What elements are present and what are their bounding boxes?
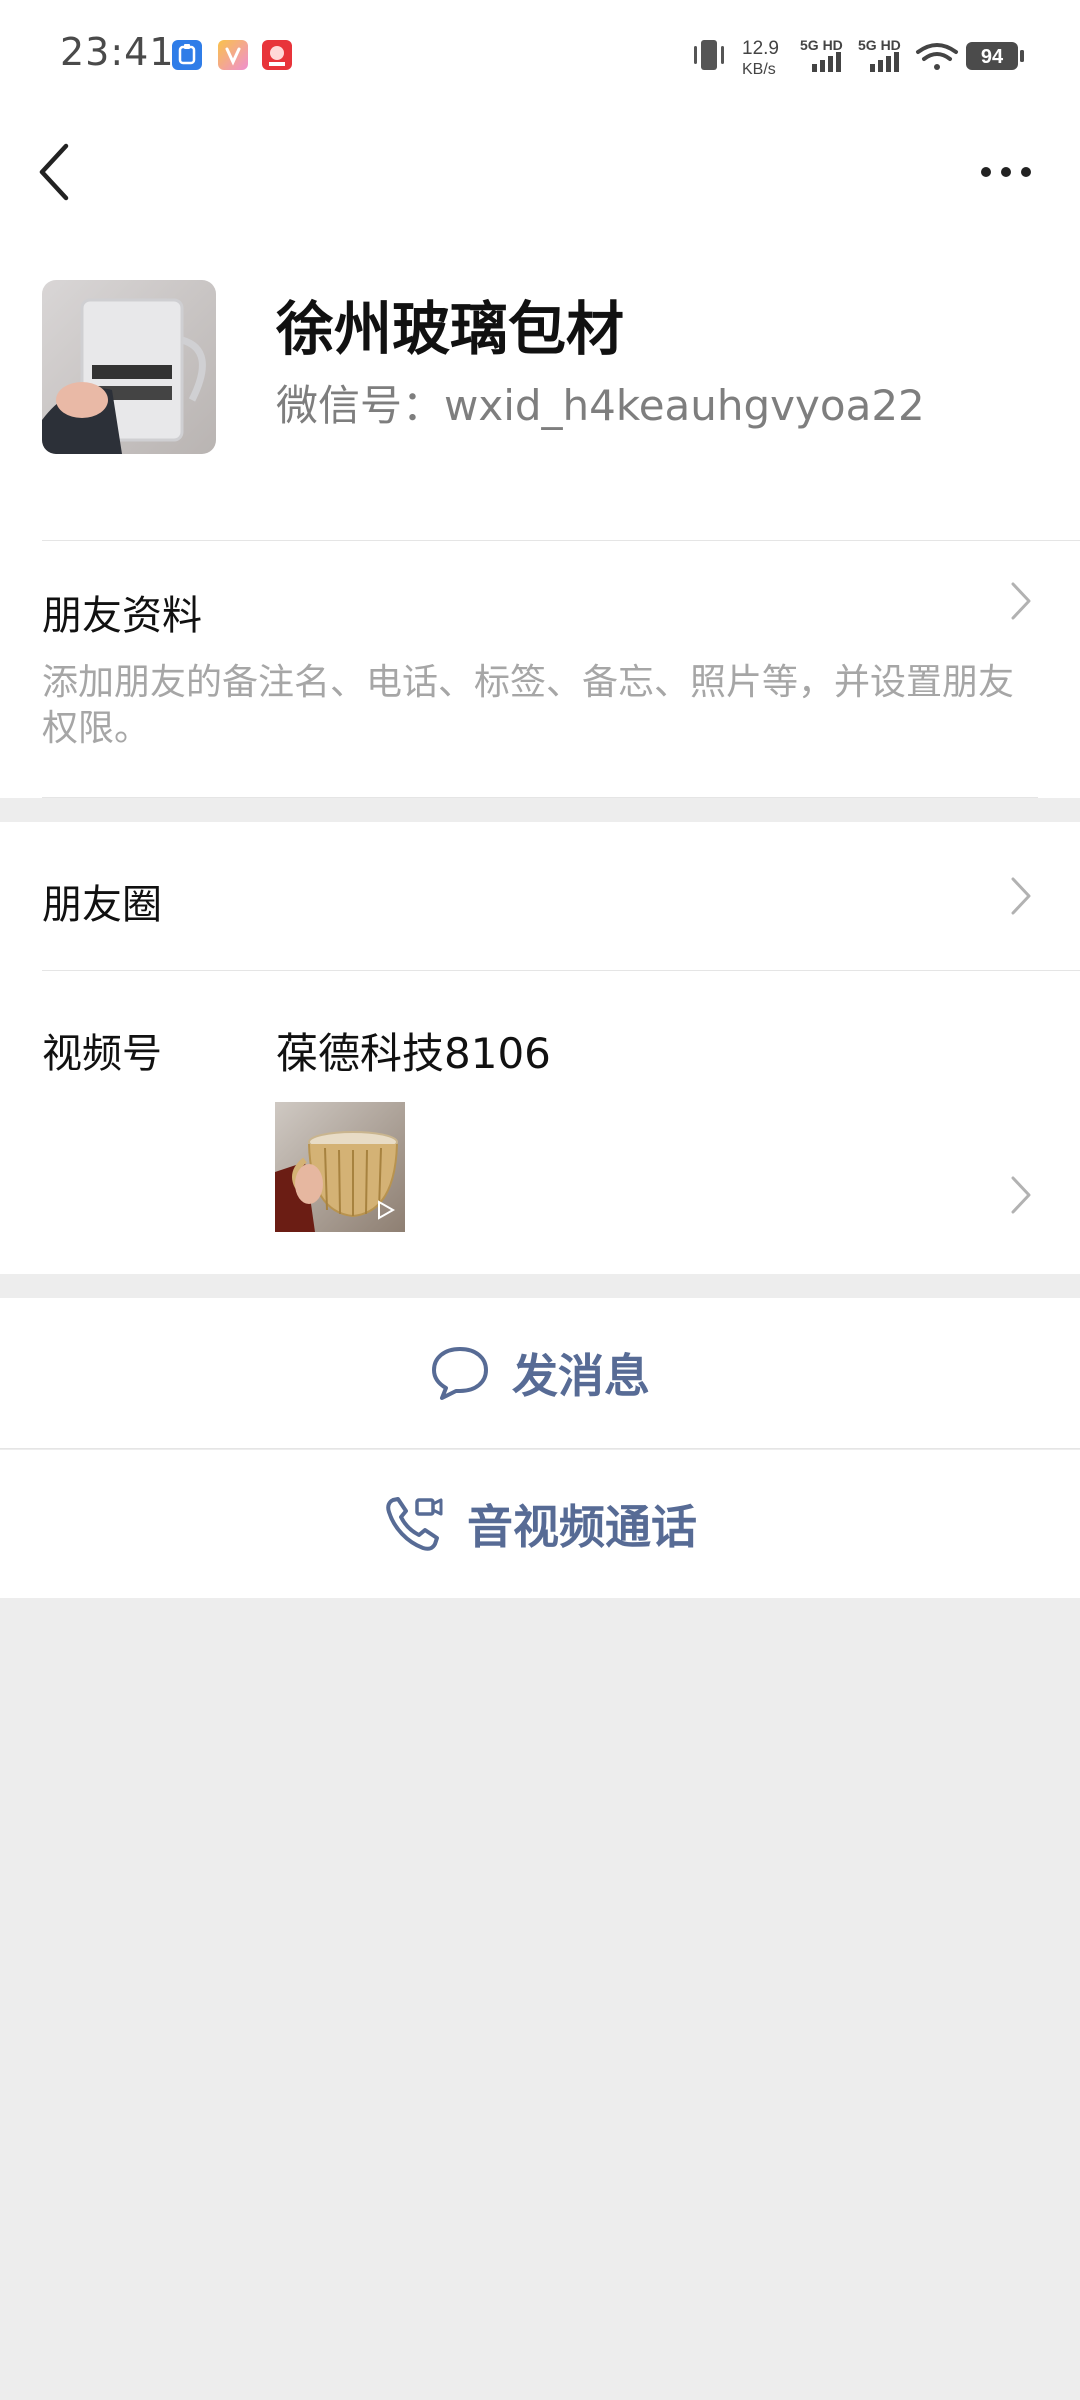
net-speed-value: 12.9 xyxy=(742,38,779,59)
channels-title: 视频号 xyxy=(42,1031,162,1077)
glass-cup-video-icon xyxy=(275,1102,405,1232)
send-message-label: 发消息 xyxy=(512,1349,650,1403)
more-options-icon[interactable] xyxy=(978,160,1034,184)
chevron-right-icon xyxy=(1011,582,1031,620)
av-call-button[interactable]: 音视频通话 xyxy=(0,1450,1080,1598)
chat-bubble-icon xyxy=(432,1347,488,1400)
vibrate-icon xyxy=(694,40,724,70)
profile-name: 徐州玻璃包材 xyxy=(276,295,625,363)
moments-title: 朋友圈 xyxy=(42,882,162,928)
battery-icon: 94 xyxy=(966,42,1024,70)
avatar[interactable] xyxy=(42,280,216,454)
app-notification-icon-1 xyxy=(172,40,202,70)
signal-1-label: 5G HD xyxy=(800,37,843,53)
divider xyxy=(0,1448,1080,1449)
channels-row[interactable]: 视频号 xyxy=(0,971,1080,1274)
net-speed-unit: KB/s xyxy=(742,61,776,78)
signal-2-bars-icon xyxy=(870,52,899,72)
glass-mug-photo-icon xyxy=(42,280,216,454)
battery-level: 94 xyxy=(981,46,1004,68)
back-arrow-icon[interactable] xyxy=(34,140,74,204)
channel-video-thumbnail[interactable] xyxy=(275,1102,405,1232)
phone-video-icon xyxy=(386,1497,443,1551)
status-time: 23:41 xyxy=(60,30,175,74)
av-call-label: 音视频通话 xyxy=(467,1500,697,1554)
wechat-id: 微信号：wxid_h4keauhgvyoa22 xyxy=(276,381,925,430)
chevron-right-icon xyxy=(1011,1176,1031,1214)
friend-info-title: 朋友资料 xyxy=(42,593,202,639)
signal-1-bars-icon xyxy=(812,52,841,72)
app-notification-icon-3 xyxy=(262,40,292,70)
channel-name: 葆德科技8106 xyxy=(276,1029,551,1078)
chevron-right-icon xyxy=(1011,877,1031,915)
app-notification-icon-2 xyxy=(218,40,248,70)
moments-row[interactable]: 朋友圈 xyxy=(0,822,1080,970)
status-icons: 12.9 KB/s 5G HD 5G HD 94 xyxy=(694,37,1024,78)
divider xyxy=(42,797,1038,798)
signal-2-label: 5G HD xyxy=(858,37,901,53)
send-message-button[interactable]: 发消息 xyxy=(0,1298,1080,1448)
friend-info-description: 添加朋友的备注名、电话、标签、备忘、照片等，并设置朋友权限。 xyxy=(42,662,1015,749)
wifi-icon xyxy=(916,43,958,70)
